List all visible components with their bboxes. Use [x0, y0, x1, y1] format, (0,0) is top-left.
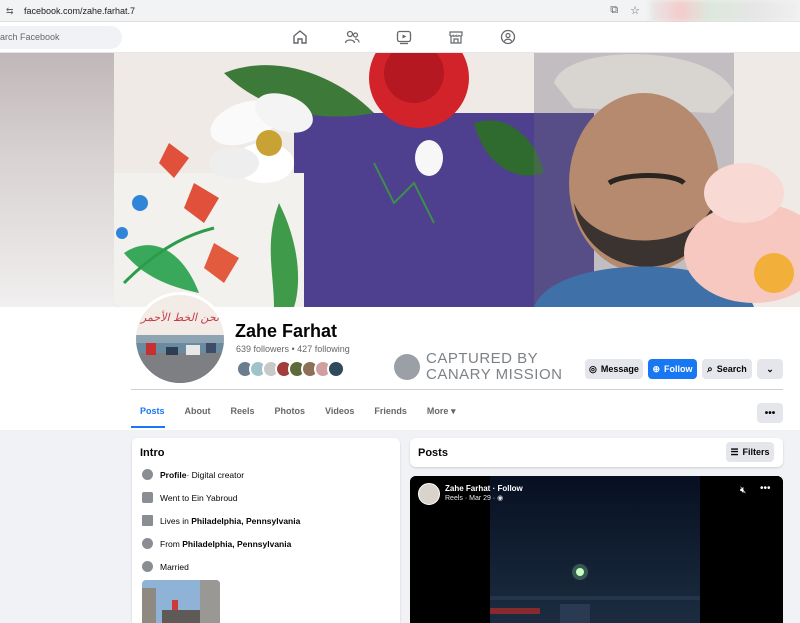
profile-avatar[interactable]: نحن الخط الأحمر — [133, 292, 227, 386]
posts-title: Posts — [418, 447, 448, 459]
friend-avatar[interactable] — [327, 360, 345, 378]
profile-name: Zahe Farhat — [235, 321, 338, 341]
browser-url-bar[interactable]: ⇆ facebook.com/zahe.farhat.7 ⧉ ☆ — [0, 0, 800, 22]
search-label: Search — [716, 364, 747, 374]
url-actions: ⧉ ☆ — [610, 4, 640, 17]
message-button[interactable]: ◎ Message — [585, 359, 643, 379]
tab-more-label: More — [426, 406, 449, 416]
intro-card: Intro Profile · Digital creator Went to … — [132, 438, 400, 623]
ellipsis-icon: ••• — [764, 407, 776, 419]
intro-title: Intro — [140, 447, 165, 459]
graduation-cap-icon — [142, 492, 153, 503]
reel-author-avatar[interactable] — [418, 483, 440, 505]
avatar-arabic-text: نحن الخط الأحمر — [140, 311, 220, 324]
tab-videos[interactable]: Videos — [325, 406, 354, 417]
intro-from-place[interactable]: Philadelphia, Pennsylvania — [182, 539, 291, 549]
follow-icon: ⊕ — [652, 363, 661, 374]
blurred-left-panel — [0, 53, 114, 313]
follow-button[interactable]: ⊕ Follow — [648, 359, 697, 379]
header-divider — [131, 389, 783, 390]
facebook-top-nav: arch Facebook — [0, 22, 800, 53]
marketplace-icon[interactable] — [448, 29, 464, 45]
site-settings-icon[interactable]: ⇆ — [6, 6, 16, 16]
cover-photo[interactable] — [114, 53, 800, 307]
canary-mission-watermark: CAPTURED BY CANARY MISSION — [394, 351, 562, 383]
intro-from-row: From Philadelphia, Pennsylvania — [142, 538, 291, 549]
mute-icon[interactable]: 🔇︎ — [740, 485, 746, 496]
chevron-down-icon: ⌄ — [766, 363, 774, 374]
intro-profile-row: Profile · Digital creator — [142, 469, 244, 480]
messenger-icon: ◎ — [589, 363, 597, 374]
install-app-icon[interactable]: ⧉ — [610, 4, 618, 17]
active-tab-indicator — [131, 426, 165, 428]
filters-icon: ☰ — [730, 446, 739, 457]
reel-author[interactable]: Zahe Farhat · Follow — [445, 484, 523, 493]
followers-count[interactable]: 639 followers • 427 following — [236, 344, 350, 354]
watermark-line2: CANARY MISSION — [426, 366, 563, 383]
profile-tabs: Posts About Reels Photos Videos Friends … — [140, 406, 455, 417]
filters-label: Filters — [742, 447, 770, 457]
more-options-button[interactable]: ⌄ — [757, 359, 783, 379]
intro-education-row: Went to Ein Yabroud — [142, 492, 238, 503]
intro-from-prefix: From — [160, 538, 180, 549]
search-input[interactable]: arch Facebook — [0, 26, 122, 49]
reel-meta: Reels · Mar 29 · ◉ — [445, 495, 504, 502]
tab-about[interactable]: About — [185, 406, 211, 417]
tab-friends[interactable]: Friends — [374, 406, 407, 417]
heart-icon — [142, 561, 153, 572]
tab-posts[interactable]: Posts — [140, 406, 165, 417]
tab-reels[interactable]: Reels — [231, 406, 255, 417]
intro-lives-row: Lives in Philadelphia, Pennsylvania — [142, 515, 300, 526]
video-icon[interactable] — [396, 29, 412, 45]
bookmark-star-icon[interactable]: ☆ — [630, 4, 640, 17]
posts-header-card: Posts ☰ Filters — [410, 438, 783, 467]
tabs-more-button[interactable]: ••• — [757, 403, 783, 423]
location-pin-icon — [142, 538, 153, 549]
follow-label: Follow — [664, 364, 693, 374]
reel-post[interactable]: Zahe Farhat · Follow Reels · Mar 29 · ◉ … — [410, 476, 783, 623]
thumbnail-image — [142, 580, 220, 623]
search-profile-button[interactable]: ⌕ Search — [702, 359, 752, 379]
caret-down-icon: ▾ — [450, 406, 456, 416]
home-icon[interactable] — [292, 29, 308, 45]
watermark-line1: CAPTURED BY — [426, 350, 539, 367]
mutual-friends-avatars[interactable] — [236, 360, 345, 378]
message-label: Message — [600, 364, 639, 374]
search-icon: ⌕ — [707, 363, 713, 375]
intro-profile-text: · Digital creator — [186, 469, 245, 480]
tab-more[interactable]: More ▾ — [427, 406, 456, 417]
groups-icon[interactable] — [500, 29, 516, 45]
friends-icon[interactable] — [344, 29, 360, 45]
intro-relationship-row: Married — [142, 561, 189, 572]
blurred-extensions — [650, 0, 800, 22]
cover-illustration — [114, 53, 800, 307]
url-text[interactable]: facebook.com/zahe.farhat.7 — [24, 6, 135, 16]
intro-photo-thumbnail[interactable] — [142, 580, 220, 623]
post-options-icon[interactable]: ••• — [760, 483, 771, 494]
intro-profile-label: Profile — [160, 469, 187, 480]
home-icon — [142, 515, 153, 526]
tab-photos[interactable]: Photos — [275, 406, 306, 417]
filters-button[interactable]: ☰ Filters — [726, 442, 774, 462]
avatar-image — [136, 295, 224, 383]
intro-lives-place[interactable]: Philadelphia, Pennsylvania — [191, 516, 300, 526]
intro-lives-prefix: Lives in — [160, 515, 189, 526]
intro-school: Went to Ein Yabroud — [160, 492, 238, 503]
intro-relationship: Married — [160, 561, 189, 572]
info-icon — [142, 469, 153, 480]
canary-bird-icon — [394, 354, 420, 380]
